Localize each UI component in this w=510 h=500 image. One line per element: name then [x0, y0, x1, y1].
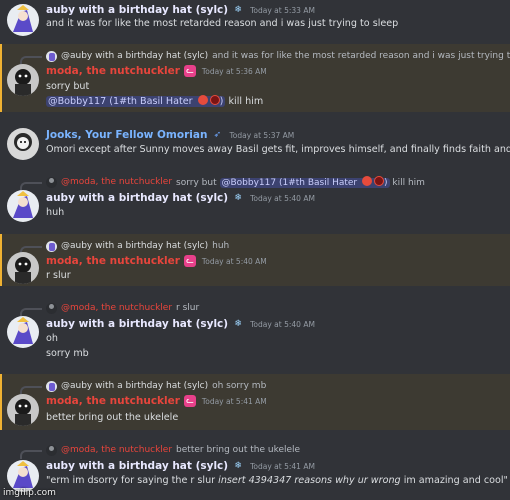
demon-face-icon	[209, 95, 220, 105]
reply-author[interactable]: @auby with a birthday hat (sylc)	[61, 51, 208, 61]
author-name[interactable]: Jooks, Your Fellow Omorian	[46, 129, 207, 141]
snowflake-icon: ❄	[234, 5, 242, 15]
avatar[interactable]	[7, 64, 39, 96]
reply-avatar	[46, 50, 57, 62]
user-mention[interactable]: @Bobby117 (1#th Basil Hater )	[219, 176, 390, 188]
author-name[interactable]: auby with a birthday hat (sylc)	[46, 4, 228, 16]
timestamp: Today at 5:40 AM	[250, 193, 315, 203]
message[interactable]: @auby with a birthday hat (sylc) and it …	[0, 44, 510, 112]
author-name[interactable]: moda, the nutchuckler	[46, 255, 180, 267]
reply-preview[interactable]: @moda, the nutchuckler r slur	[20, 300, 200, 317]
reply-avatar	[46, 444, 57, 456]
pink-cat-icon: ᓚ	[183, 65, 196, 77]
chat-message-list: auby with a birthday hat (sylc) ❄ Today …	[0, 0, 510, 500]
reply-author[interactable]: @moda, the nutchuckler	[61, 177, 172, 187]
message[interactable]: @auby with a birthday hat (sylc) oh sorr…	[0, 374, 510, 430]
message-content: Omori except after Sunny moves away Basi…	[46, 144, 510, 155]
timestamp: Today at 5:41 AM	[201, 396, 267, 406]
message-content: r slur	[46, 270, 71, 281]
reply-author[interactable]: @moda, the nutchuckler	[61, 445, 172, 455]
author-name[interactable]: moda, the nutchuckler	[46, 395, 180, 407]
message-content: better bring out the ukelele	[46, 412, 179, 423]
avatar[interactable]	[7, 4, 39, 36]
timestamp: Today at 5:40 AM	[201, 256, 267, 266]
message[interactable]: @moda, the nutchuckler sorry but @Bobby1…	[0, 170, 510, 228]
reply-avatar	[46, 176, 57, 188]
timestamp: Today at 5:36 AM	[201, 66, 267, 76]
timestamp: Today at 5:33 AM	[250, 5, 315, 15]
avatar[interactable]	[7, 394, 39, 426]
author-name[interactable]: moda, the nutchuckler	[46, 65, 180, 77]
message[interactable]: Jooks, Your Fellow Omorian ➶ Today at 5:…	[0, 124, 510, 164]
paper-plane-icon: ➶	[213, 130, 222, 140]
avatar[interactable]	[7, 128, 39, 160]
reply-text: better bring out the ukelele	[176, 445, 301, 455]
message[interactable]: @moda, the nutchuckler better bring out …	[0, 438, 510, 500]
reply-text: sorry but @Bobby117 (1#th Basil Hater ) …	[176, 176, 425, 188]
angry-face-icon	[362, 176, 373, 186]
reply-avatar	[46, 302, 57, 314]
reply-preview[interactable]: @auby with a birthday hat (sylc) oh sorr…	[20, 378, 267, 395]
imgflip-watermark: imgflip.com	[3, 488, 56, 498]
reply-text: huh	[212, 241, 230, 251]
snowflake-icon: ❄	[234, 461, 242, 471]
reply-text: and it was for like the most retarded re…	[212, 51, 510, 61]
snowflake-icon: ❄	[234, 319, 242, 329]
reply-avatar	[46, 380, 57, 392]
avatar[interactable]	[7, 252, 39, 284]
reply-connector	[20, 449, 42, 459]
reply-text: r slur	[176, 303, 200, 313]
message-content: sorry but @Bobby117 (1#th Basil Hater ) …	[46, 81, 264, 107]
reply-author[interactable]: @moda, the nutchuckler	[61, 303, 172, 313]
pink-cat-icon: ᓚ	[183, 395, 196, 407]
message-content: "erm im dsorry for saying the r slur ins…	[46, 475, 508, 486]
author-name[interactable]: auby with a birthday hat (sylc)	[46, 460, 228, 472]
timestamp: Today at 5:37 AM	[229, 130, 295, 140]
reply-author[interactable]: @auby with a birthday hat (sylc)	[61, 381, 208, 391]
pink-cat-icon: ᓚ	[183, 255, 196, 267]
reply-preview[interactable]: @auby with a birthday hat (sylc) and it …	[20, 48, 510, 65]
author-name[interactable]: auby with a birthday hat (sylc)	[46, 318, 228, 330]
avatar[interactable]	[7, 190, 39, 222]
message[interactable]: @auby with a birthday hat (sylc) huh mod…	[0, 234, 510, 286]
reply-text: oh sorry mb	[212, 381, 267, 391]
timestamp: Today at 5:40 AM	[250, 319, 315, 329]
message-content: oh sorry mb	[46, 333, 89, 359]
reply-preview[interactable]: @moda, the nutchuckler sorry but @Bobby1…	[20, 174, 425, 191]
message-content: huh	[46, 207, 65, 218]
reply-preview[interactable]: @auby with a birthday hat (sylc) huh	[20, 238, 230, 255]
user-mention[interactable]: @Bobby117 (1#th Basil Hater )	[46, 95, 226, 107]
demon-face-icon	[374, 176, 385, 186]
reply-avatar	[46, 240, 57, 252]
timestamp: Today at 5:41 AM	[250, 461, 315, 471]
message[interactable]: auby with a birthday hat (sylc) ❄ Today …	[0, 0, 510, 42]
snowflake-icon: ❄	[234, 193, 242, 203]
angry-face-icon	[197, 95, 208, 105]
avatar[interactable]	[7, 316, 39, 348]
reply-author[interactable]: @auby with a birthday hat (sylc)	[61, 241, 208, 251]
message-content: and it was for like the most retarded re…	[46, 18, 399, 29]
author-name[interactable]: auby with a birthday hat (sylc)	[46, 192, 228, 204]
message[interactable]: @moda, the nutchuckler r slur auby with …	[0, 296, 510, 368]
reply-preview[interactable]: @moda, the nutchuckler better bring out …	[20, 442, 301, 459]
